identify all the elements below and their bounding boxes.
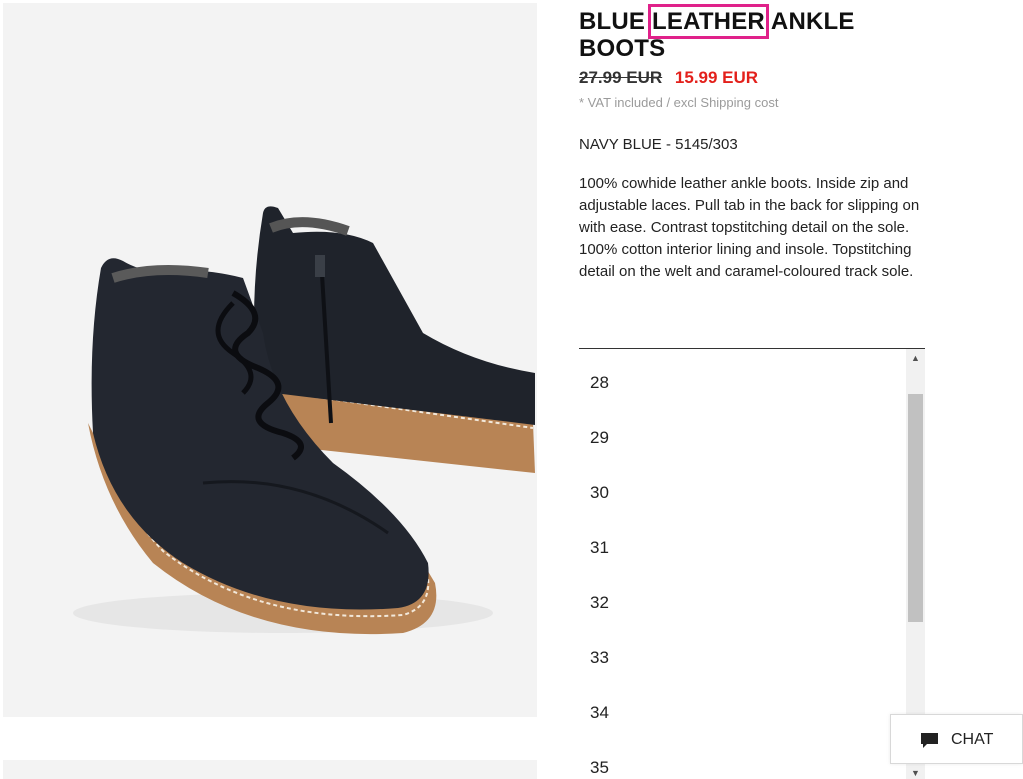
- size-option[interactable]: 35: [590, 758, 609, 778]
- product-page: BLUE LEATHER ANKLE BOOTS 27.99 EUR 15.99…: [0, 0, 1023, 779]
- product-description: 100% cowhide leather ankle boots. Inside…: [579, 175, 920, 280]
- size-option[interactable]: 29: [590, 428, 609, 448]
- size-option[interactable]: 28: [590, 373, 609, 393]
- scroll-up-arrow-icon[interactable]: ▲: [906, 350, 925, 367]
- product-title: BLUE LEATHER ANKLE BOOTS: [579, 4, 919, 62]
- size-option[interactable]: 33: [590, 648, 609, 668]
- colour-reference: NAVY BLUE - 5145/303: [579, 136, 738, 153]
- size-list[interactable]: 28 29 30 31 32 33 34 35 ▲ ▼: [579, 348, 925, 779]
- sale-price: 15.99 EUR: [674, 68, 759, 87]
- scroll-down-arrow-icon[interactable]: ▼: [906, 765, 925, 779]
- next-image-strip: [3, 760, 537, 779]
- old-price: 27.99 EUR: [579, 68, 663, 87]
- title-part-1: BLUE: [579, 8, 652, 35]
- size-option[interactable]: 31: [590, 538, 609, 558]
- size-option[interactable]: 32: [590, 593, 609, 613]
- price-block: 27.99 EUR 15.99 EUR: [579, 68, 758, 88]
- chat-button[interactable]: CHAT: [890, 714, 1023, 764]
- chat-label: CHAT: [951, 731, 994, 748]
- product-image[interactable]: [3, 3, 537, 717]
- size-option[interactable]: 30: [590, 483, 609, 503]
- vat-note: * VAT included / excl Shipping cost: [579, 95, 779, 110]
- size-option[interactable]: 34: [590, 703, 609, 723]
- boots-illustration: [3, 3, 537, 717]
- title-highlight: LEATHER: [648, 4, 769, 39]
- scroll-thumb[interactable]: [908, 394, 923, 622]
- chat-bubble-icon: [921, 733, 938, 748]
